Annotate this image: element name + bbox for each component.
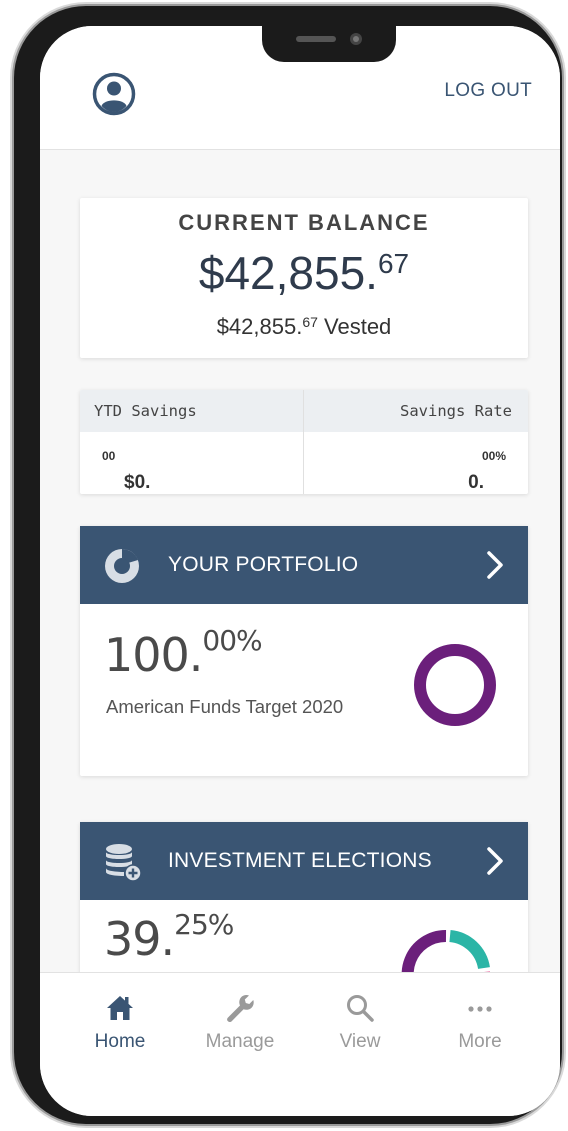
main-content[interactable]: CURRENT BALANCE $42,855.67 $42,855.67 Ve…	[40, 150, 560, 972]
investment-percentage: 39.25%	[104, 908, 234, 966]
investment-donut-chart	[401, 929, 491, 972]
wrench-icon	[227, 995, 254, 1023]
home-icon	[107, 996, 133, 1020]
fund-name: American Funds Target 2020	[106, 696, 344, 717]
database-add-icon	[106, 844, 142, 882]
phone-frame: LOG OUT CURRENT BALANCE $42,855.67 $42,8…	[14, 6, 562, 1124]
portfolio-header-bar[interactable]: YOUR PORTFOLIO	[80, 526, 528, 604]
savings-rate-value: 0. 00%	[468, 449, 506, 493]
current-balance-card: CURRENT BALANCE $42,855.67 $42,855.67 Ve…	[80, 198, 528, 358]
logout-button[interactable]: LOG OUT	[444, 80, 532, 102]
savings-value-row: $0. 00 0. 00%	[80, 432, 528, 494]
speaker	[296, 36, 336, 42]
ytd-savings-value: $0. 00	[102, 449, 151, 493]
ytd-savings-label: YTD Savings	[94, 402, 197, 420]
profile-icon[interactable]	[92, 72, 136, 116]
balance-label: CURRENT BALANCE	[178, 210, 430, 235]
phone-screen: LOG OUT CURRENT BALANCE $42,855.67 $42,8…	[40, 26, 560, 1116]
nav-more-label: More	[458, 1031, 502, 1052]
investment-title: INVESTMENT ELECTIONS	[168, 849, 432, 872]
savings-rate-label: Savings Rate	[400, 402, 512, 420]
search-icon	[347, 995, 374, 1022]
balance-amount: $42,855.67	[198, 247, 410, 299]
nav-view[interactable]: View	[300, 973, 420, 1116]
nav-view-label: View	[339, 1031, 381, 1052]
phone-notch	[262, 26, 396, 62]
portfolio-percentage: 100.00%	[104, 624, 263, 682]
more-icon	[468, 1006, 492, 1012]
portfolio-card[interactable]: YOUR PORTFOLIO 100.00% American Funds Ta…	[80, 526, 528, 776]
savings-summary-card: YTD Savings Savings Rate $0. 00 0. 00%	[80, 390, 528, 494]
nav-manage[interactable]: Manage	[180, 973, 300, 1116]
savings-header-row: YTD Savings Savings Rate	[80, 390, 528, 432]
camera	[350, 33, 362, 45]
chevron-right-icon[interactable]	[486, 550, 504, 580]
investment-elections-card[interactable]: INVESTMENT ELECTIONS 39.25%	[80, 822, 528, 972]
investment-header-bar[interactable]: INVESTMENT ELECTIONS	[80, 822, 528, 900]
vested-amount: $42,855.67 Vested	[216, 314, 392, 339]
bottom-nav: Home Manage View More	[40, 972, 560, 1116]
nav-home[interactable]: Home	[60, 973, 180, 1116]
chevron-right-icon[interactable]	[486, 846, 504, 876]
nav-home-label: Home	[94, 1031, 146, 1052]
portfolio-title: YOUR PORTFOLIO	[168, 553, 359, 576]
nav-manage-label: Manage	[205, 1031, 275, 1052]
portfolio-donut-chart	[414, 644, 496, 726]
pie-chart-icon	[105, 548, 139, 583]
nav-more[interactable]: More	[420, 973, 540, 1116]
